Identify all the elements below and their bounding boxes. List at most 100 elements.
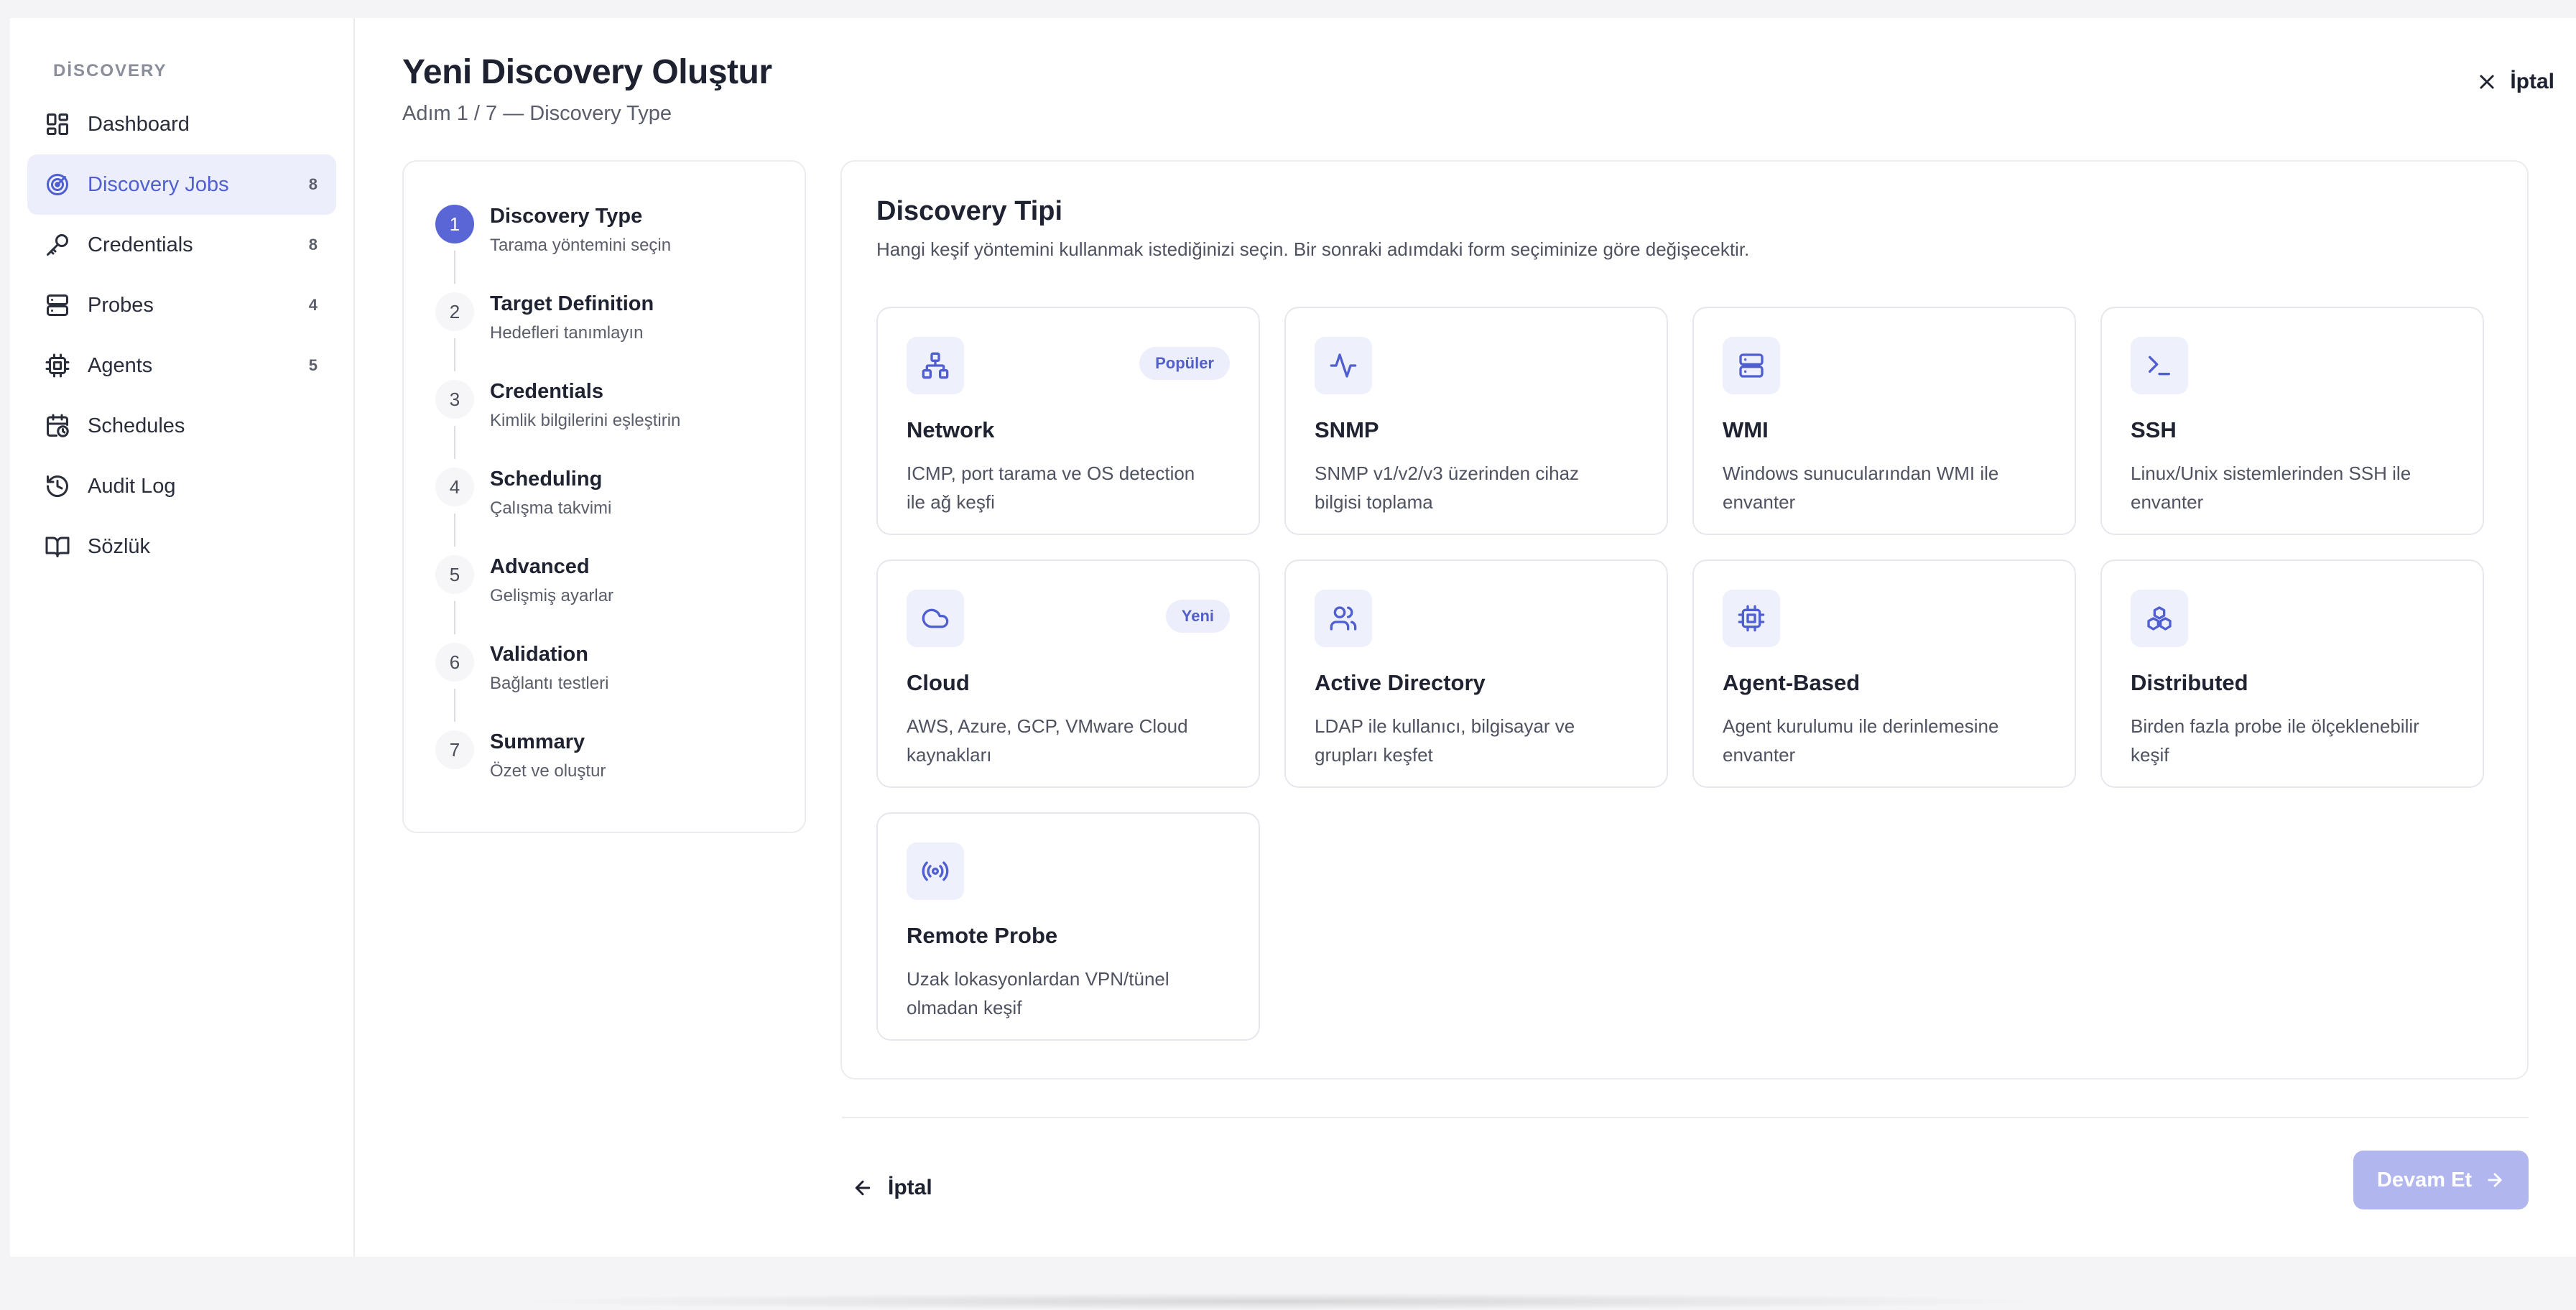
card-title: Distributed <box>2131 670 2248 695</box>
card-agent-based[interactable]: Agent-Based Agent kurulumu ile derinleme… <box>1692 559 2076 788</box>
step-connector <box>454 251 455 284</box>
card-description: SNMP v1/v2/v3 üzerinden cihaz bilgisi to… <box>1315 463 1580 513</box>
card-title: Network <box>907 417 995 442</box>
step-discovery-type[interactable]: 1 Discovery Type Tarama yöntemini seçin <box>435 205 776 292</box>
sidebar-section-label: DİSCOVERY <box>53 61 167 80</box>
boxes-icon <box>2147 606 2172 631</box>
card-title: Agent-Based <box>1723 670 1861 695</box>
step-connector <box>454 426 455 459</box>
card-description: Windows sunucularından WMI ile envanter <box>1723 463 1999 513</box>
step-title: Target Definition <box>490 292 654 315</box>
step-description: Özet ve oluştur <box>490 761 606 781</box>
calendar-clock-icon <box>45 413 70 439</box>
wizard-stepper: 1 Discovery Type Tarama yöntemini seçin … <box>402 160 806 833</box>
card-title: WMI <box>1723 417 1769 442</box>
window-shadow <box>503 1293 2054 1310</box>
cancel-button-top[interactable]: İptal <box>2477 70 2554 94</box>
sidebar-item-agents[interactable]: Agents 5 <box>27 335 336 396</box>
sidebar-item-count: 4 <box>308 296 318 314</box>
cloud-icon <box>922 608 949 628</box>
cpu-icon <box>45 353 70 378</box>
card-description: AWS, Azure, GCP, VMware Cloud kaynakları <box>907 715 1188 766</box>
step-description: Bağlantı testleri <box>490 674 609 693</box>
server-icon <box>45 292 70 318</box>
step-title: Scheduling <box>490 468 603 491</box>
step-advanced[interactable]: 5 Advanced Gelişmiş ayarlar <box>435 555 776 643</box>
card-title: SNMP <box>1315 417 1379 442</box>
card-title: Active Directory <box>1315 670 1486 695</box>
step-title: Summary <box>490 730 585 753</box>
step-number: 2 <box>435 292 474 331</box>
card-ssh[interactable]: SSH Linux/Unix sistemlerinden SSH ile en… <box>2100 307 2484 535</box>
terminal-icon <box>2149 356 2170 376</box>
arrow-left-icon <box>855 1180 871 1196</box>
sidebar-item-audit-log[interactable]: Audit Log <box>27 456 336 516</box>
sidebar-item-sozluk[interactable]: Sözlük <box>27 516 336 577</box>
book-icon <box>45 534 70 559</box>
sidebar-item-count: 8 <box>308 175 318 193</box>
card-active-directory[interactable]: Active Directory LDAP ile kullanıcı, bil… <box>1284 559 1668 788</box>
card-description: Linux/Unix sistemlerinden SSH ile envant… <box>2131 463 2411 513</box>
close-icon <box>2480 75 2494 89</box>
step-title: Discovery Type <box>490 205 643 228</box>
step-number: 7 <box>435 730 474 769</box>
key-icon <box>45 232 70 258</box>
back-cancel-button[interactable]: İptal <box>852 1176 932 1200</box>
card-description: Uzak lokasyonlardan VPN/tünel olmadan ke… <box>907 968 1169 1018</box>
sidebar-item-schedules[interactable]: Schedules <box>27 396 336 456</box>
panel-title: Discovery Tipi <box>876 196 1063 226</box>
radar-icon <box>45 172 70 198</box>
step-credentials[interactable]: 3 Credentials Kimlik bilgilerini eşleşti… <box>435 380 776 468</box>
card-title: SSH <box>2131 417 2177 442</box>
dashboard-icon <box>45 111 70 137</box>
sidebar-item-label: Schedules <box>88 414 185 437</box>
sidebar-item-discovery-jobs[interactable]: Discovery Jobs 8 <box>27 154 336 215</box>
page-subtitle: Adım 1 / 7 — Discovery Type <box>402 102 672 125</box>
sidebar: DİSCOVERY Dashboard Discovery Jobs 8 Cre… <box>10 18 355 1257</box>
card-wmi[interactable]: WMI Windows sunucularından WMI ile envan… <box>1692 307 2076 535</box>
step-connector <box>454 338 455 371</box>
card-title: Cloud <box>907 670 970 695</box>
card-remote-probe[interactable]: Remote Probe Uzak lokasyonlardan VPN/tün… <box>876 812 1260 1041</box>
step-scheduling[interactable]: 4 Scheduling Çalışma takvimi <box>435 468 776 555</box>
sidebar-item-label: Audit Log <box>88 474 176 498</box>
step-description: Hedefleri tanımlayın <box>490 323 644 343</box>
card-title: Remote Probe <box>907 923 1058 948</box>
card-cloud[interactable]: Yeni Cloud AWS, Azure, GCP, VMware Cloud… <box>876 559 1260 788</box>
step-target-definition[interactable]: 2 Target Definition Hedefleri tanımlayın <box>435 292 776 380</box>
sidebar-item-probes[interactable]: Probes 4 <box>27 275 336 335</box>
card-network[interactable]: Popüler Network ICMP, port tarama ve OS … <box>876 307 1260 535</box>
step-validation[interactable]: 6 Validation Bağlantı testleri <box>435 643 776 730</box>
activity-icon <box>1330 353 1357 378</box>
sidebar-item-label: Credentials <box>88 233 193 256</box>
arrow-right-icon <box>2488 1173 2502 1187</box>
sidebar-item-label: Sözlük <box>88 534 151 558</box>
cancel-label: İptal <box>2510 70 2554 93</box>
sidebar-item-label: Dashboard <box>88 112 190 136</box>
sidebar-item-label: Agents <box>88 353 153 377</box>
back-label: İptal <box>888 1176 932 1199</box>
discovery-type-panel: Discovery Tipi Hangi keşif yöntemini kul… <box>840 160 2529 1079</box>
broadcast-icon <box>922 861 949 881</box>
sidebar-item-credentials[interactable]: Credentials 8 <box>27 215 336 275</box>
cpu-icon <box>1738 605 1765 632</box>
step-connector <box>454 601 455 634</box>
page-title: Yeni Discovery Oluştur <box>402 53 772 91</box>
step-number: 6 <box>435 643 474 682</box>
card-description: Birden fazla probe ile ölçeklenebilir ke… <box>2131 715 2419 766</box>
card-distributed[interactable]: Distributed Birden fazla probe ile ölçek… <box>2100 559 2484 788</box>
continue-label: Devam Et <box>2376 1168 2473 1191</box>
card-description: LDAP ile kullanıcı, bilgisayar ve grupla… <box>1315 715 1575 766</box>
step-summary[interactable]: 7 Summary Özet ve oluştur <box>435 730 776 818</box>
step-title: Validation <box>490 643 588 666</box>
step-connector <box>454 689 455 722</box>
sidebar-item-dashboard[interactable]: Dashboard <box>27 94 336 154</box>
card-snmp[interactable]: SNMP SNMP v1/v2/v3 üzerinden cihaz bilgi… <box>1284 307 1668 535</box>
panel-description: Hangi keşif yöntemini kullanmak istediği… <box>876 238 1750 260</box>
sidebar-item-label: Probes <box>88 293 154 317</box>
discovery-type-grid: Popüler Network ICMP, port tarama ve OS … <box>876 307 2493 1041</box>
network-icon <box>922 352 949 379</box>
continue-button[interactable]: Devam Et <box>2353 1151 2529 1209</box>
step-number: 4 <box>435 468 474 506</box>
step-title: Advanced <box>490 555 590 578</box>
